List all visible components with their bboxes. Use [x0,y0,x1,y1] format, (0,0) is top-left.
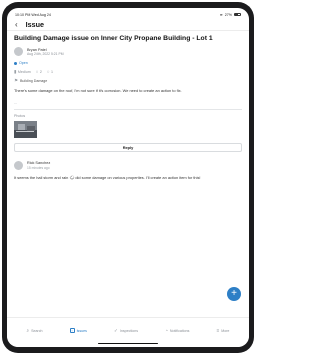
reply-button[interactable]: Reply [14,142,242,152]
status-label: Open [19,61,28,66]
comment-author-name: Rick Sanchez [27,161,51,166]
issue-meta: ▮ Medium ○ 2 ○ 1 [14,69,242,75]
tag-icon: ⚑ [14,78,18,84]
tab-more[interactable]: ≡ More [217,328,230,333]
tab-search[interactable]: ⌕ Search [27,328,43,333]
author-date: Aug 24th, 2022 5:21 PM [27,52,64,57]
author-name: Bryan Patel [27,47,47,52]
comment-time: 15 minutes ago [27,165,50,170]
status-bar: 10:10 PM Wed Aug 24 ≋ 27% [15,11,241,18]
chat-icon: ○ [46,69,50,75]
priority[interactable]: ▮ Medium [14,69,31,75]
status-date: Wed Aug 24 [31,12,51,17]
tab-label: Search [31,328,43,333]
avatar[interactable] [14,47,23,57]
back-button[interactable]: ‹ [15,19,18,29]
divider [14,109,242,110]
issue-tag[interactable]: ⚑ Building Damage [14,78,242,84]
issue-content: Building Damage issue on Inner City Prop… [14,35,242,180]
add-button[interactable]: + [227,287,241,301]
photos-label: Photos [14,113,26,118]
bell-icon: ◔ [165,328,168,333]
comment-author: Rick Sanchez 15 minutes ago [14,160,242,170]
avatar[interactable] [14,160,23,170]
tag-label: Building Damage [19,79,48,84]
issue-title: Building Damage issue on Inner City Prop… [14,35,213,42]
tab-bar: ⌕ Search ! Issues ✓ Inspections ◔ Notifi… [7,317,249,347]
chevron-left-icon: ‹ [15,19,18,29]
comments-count[interactable]: ○ 2 [35,69,42,75]
comment-text: It seems the hail storm and rain 🌧 did s… [14,174,201,180]
tab-issues[interactable]: ! Issues [69,328,87,333]
more-ellipsis[interactable]: ... [14,100,242,105]
page-title: Issue [25,20,45,29]
comments-count-value: 2 [39,70,42,75]
attachments-count-value: 1 [51,70,54,75]
status-badge[interactable]: Open [14,61,242,65]
tab-notifications[interactable]: ◔ Notifications [165,328,189,333]
wifi-icon: ≋ [219,12,223,17]
battery-icon [234,12,241,17]
tab-label: Inspections [119,328,139,333]
home-indicator[interactable] [98,342,158,344]
check-icon: ✓ [114,328,118,333]
issue-author: Bryan Patel Aug 24th, 2022 5:21 PM [14,47,242,57]
screen: 10:10 PM Wed Aug 24 ≋ 27% ‹ Issue Buildi… [7,8,249,347]
plus-icon: + [231,288,237,299]
battery-percent: 27% [224,12,232,17]
tab-label: Issues [76,328,87,333]
photo-thumbnail[interactable] [14,120,37,138]
signal-bars-icon: ▮ [14,69,17,75]
status-dot-icon [14,61,17,65]
tab-label: More [221,328,230,333]
status-time: 10:10 PM [15,12,31,17]
priority-label: Medium [17,70,31,75]
tab-inspections[interactable]: ✓ Inspections [114,328,138,333]
comment: Rick Sanchez 15 minutes ago It seems the… [14,160,242,180]
tablet-frame: 10:10 PM Wed Aug 24 ≋ 27% ‹ Issue Buildi… [2,2,254,353]
nav-bar: ‹ Issue [7,19,249,31]
issues-icon: ! [69,328,75,333]
comment-icon: ○ [35,69,39,75]
issue-description: There's some damage on the roof, I'm not… [14,88,182,94]
tab-label: Notifications [169,328,190,333]
status-time-date: 10:10 PM Wed Aug 24 [15,13,51,17]
menu-icon: ≡ [216,328,220,333]
attachments-count[interactable]: ○ 1 [46,69,54,75]
search-icon: ⌕ [26,328,30,333]
